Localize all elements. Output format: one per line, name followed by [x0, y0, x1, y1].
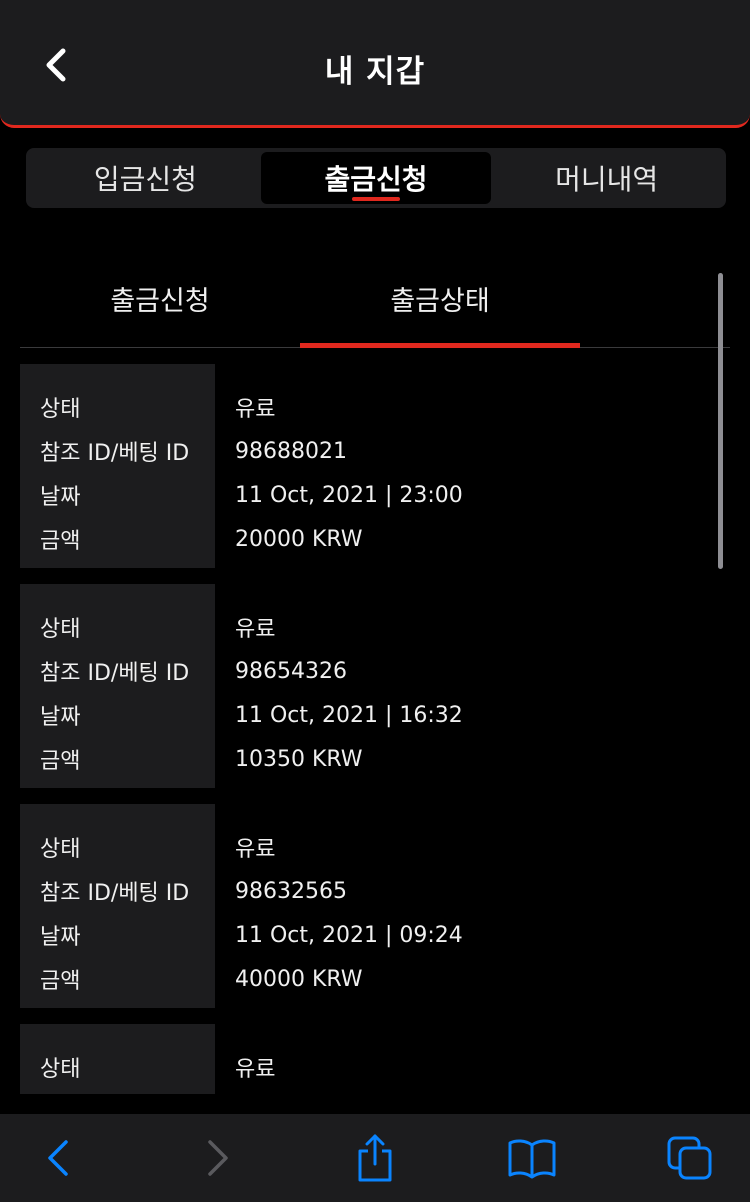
amount-value: 40000 KRW	[235, 966, 363, 992]
date-value: 11 Oct, 2021 | 16:32	[235, 702, 463, 728]
status-label: 상태	[40, 1057, 81, 1082]
forward-arrow-icon	[208, 1140, 228, 1176]
browser-toolbar	[0, 1114, 750, 1202]
tabs-icon	[667, 1136, 712, 1180]
amount-value: 10350 KRW	[235, 746, 363, 772]
status-value: 유료	[235, 1057, 276, 1082]
subtab-withdraw-status[interactable]: 출금상태	[300, 250, 580, 348]
list-item: 상태 유료 참조 ID/베팅 ID 98654326 날짜 11 Oct, 2021 …	[20, 584, 710, 788]
date-label: 날짜	[40, 925, 81, 950]
amount-label: 금액	[40, 969, 81, 994]
bookmarks-icon	[508, 1139, 556, 1179]
page-title: 내 지갑	[324, 54, 426, 90]
list-item: 상태 유료 참조 ID/베팅 ID 98632565 날짜 11 Oct, 2021 …	[20, 804, 710, 1008]
status-label: 상태	[40, 617, 81, 642]
browser-back-button[interactable]	[30, 1132, 86, 1184]
amount-label: 금액	[40, 749, 81, 774]
share-icon	[358, 1134, 392, 1182]
date-label: 날짜	[40, 705, 81, 730]
list-item: 상태 유료 참조 ID/베팅 ID 98688021 날짜 11 Oct, 2021 …	[20, 364, 710, 568]
status-value: 유료	[235, 617, 276, 642]
ref-id-label: 참조 ID/베팅 ID	[40, 881, 190, 906]
share-button[interactable]	[347, 1132, 403, 1184]
withdraw-subtabs: 출금신청 출금상태	[20, 250, 730, 348]
list-item: 상태 유료	[20, 1024, 710, 1094]
status-value: 유료	[235, 837, 276, 862]
wallet-tabs: 입금신청 출금신청 머니내역	[26, 148, 726, 208]
scrollbar[interactable]	[718, 273, 723, 569]
ref-id-label: 참조 ID/베팅 ID	[40, 441, 190, 466]
subtab-withdraw-request[interactable]: 출금신청	[20, 250, 300, 347]
amount-value: 20000 KRW	[235, 526, 363, 552]
ref-id-value: 98654326	[235, 658, 347, 684]
bookmarks-button[interactable]	[504, 1132, 560, 1184]
date-value: 11 Oct, 2021 | 23:00	[235, 482, 463, 508]
status-label: 상태	[40, 397, 81, 422]
withdraw-status-list: 상태 유료 참조 ID/베팅 ID 98688021 날짜 11 Oct, 2021 …	[20, 364, 710, 1094]
app-header: 내 지갑	[0, 0, 750, 128]
back-arrow-icon	[48, 1140, 68, 1176]
tab-deposit-request[interactable]: 입금신청	[30, 152, 261, 204]
tabs-button[interactable]	[662, 1132, 718, 1184]
date-value: 11 Oct, 2021 | 09:24	[235, 922, 463, 948]
ref-id-label: 참조 ID/베팅 ID	[40, 661, 190, 686]
status-value: 유료	[235, 397, 276, 422]
status-label: 상태	[40, 837, 81, 862]
ref-id-value: 98632565	[235, 878, 347, 904]
tab-money-history[interactable]: 머니내역	[491, 152, 722, 204]
ref-id-value: 98688021	[235, 438, 347, 464]
amount-label: 금액	[40, 529, 81, 554]
browser-forward-button[interactable]	[190, 1132, 246, 1184]
tab-withdraw-request[interactable]: 출금신청	[260, 152, 492, 204]
date-label: 날짜	[40, 485, 81, 510]
